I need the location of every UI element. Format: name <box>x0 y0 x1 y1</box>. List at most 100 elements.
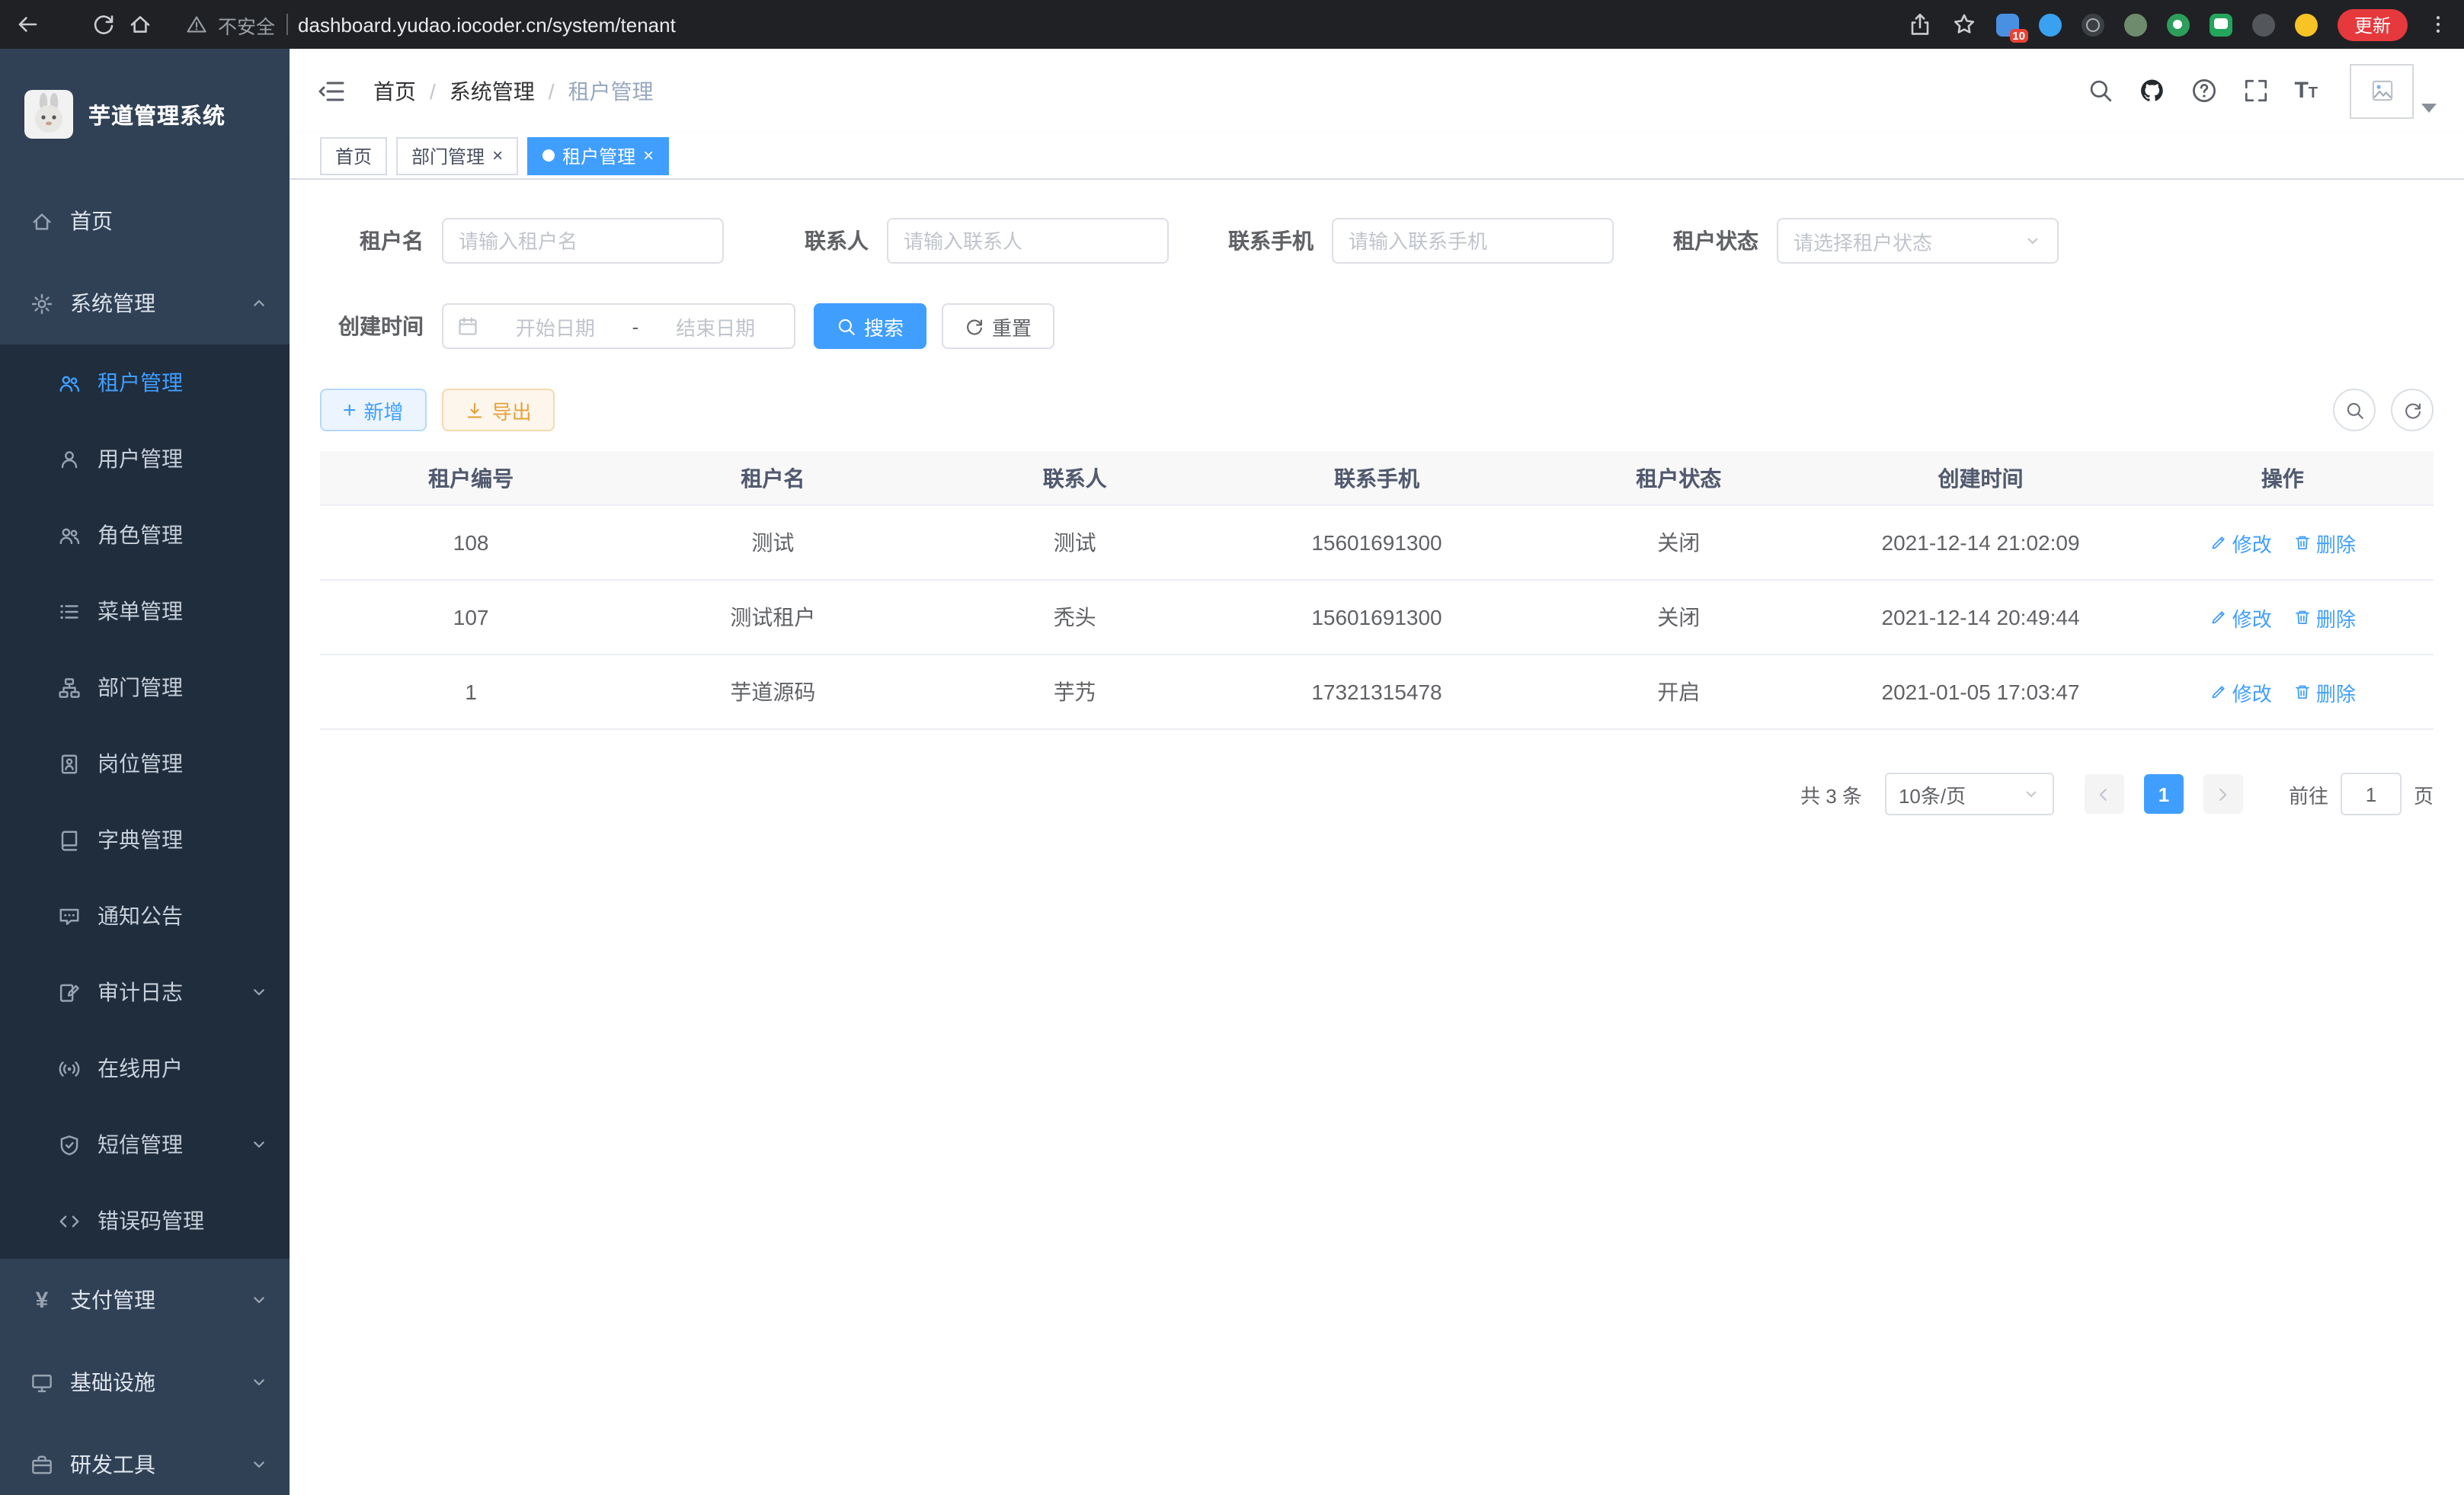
extension-icon-5[interactable] <box>2167 13 2190 36</box>
sidebar-item-dict[interactable]: 字典管理 <box>0 802 290 878</box>
delete-link[interactable]: 删除 <box>2293 677 2356 706</box>
share-icon[interactable] <box>1908 12 1932 37</box>
close-icon[interactable]: × <box>492 146 503 165</box>
extension-icon-8[interactable] <box>2295 13 2318 36</box>
browser-menu-icon[interactable] <box>2427 12 2449 37</box>
font-size-icon[interactable]: TT <box>2294 79 2318 102</box>
page-number-current[interactable]: 1 <box>2144 774 2184 814</box>
sidebar-item-role[interactable]: 角色管理 <box>0 497 290 573</box>
contact-input[interactable] <box>887 218 1169 264</box>
add-button-label: 新增 <box>364 395 404 424</box>
github-icon[interactable] <box>2139 78 2165 104</box>
refresh-table-button[interactable] <box>2391 389 2434 431</box>
date-range-picker[interactable]: 开始日期 - 结束日期 <box>442 303 795 349</box>
extension-icon-2[interactable] <box>2039 13 2062 36</box>
extension-icon-6[interactable] <box>2210 13 2232 36</box>
sidebar-item-tenant[interactable]: 租户管理 <box>0 344 290 421</box>
breadcrumb-item[interactable]: 系统管理 <box>450 75 535 106</box>
phone-input[interactable] <box>1332 218 1614 264</box>
sidebar-item-menu[interactable]: 菜单管理 <box>0 573 290 649</box>
sidebar-item-notice[interactable]: 通知公告 <box>0 878 290 954</box>
address-bar[interactable]: 不安全 dashboard.yudao.iocoder.cn/system/te… <box>186 10 1896 39</box>
delete-link[interactable]: 删除 <box>2293 603 2356 632</box>
sidebar-item-post[interactable]: 岗位管理 <box>0 725 290 802</box>
sidebar-item-user[interactable]: 用户管理 <box>0 421 290 497</box>
sidebar-item-label: 在线用户 <box>98 1053 183 1084</box>
chrome-update-button[interactable]: 更新 <box>2338 8 2408 40</box>
tab-home[interactable]: 首页 <box>320 136 387 174</box>
export-button-label: 导出 <box>492 395 532 424</box>
sidebar-item-infra[interactable]: 基础设施 <box>0 1341 290 1423</box>
status-select[interactable]: 请选择租户状态 <box>1777 218 2059 264</box>
sidebar-item-audit-log[interactable]: 审计日志 <box>0 954 290 1030</box>
next-page-button[interactable] <box>2203 774 2243 814</box>
toggle-search-button[interactable] <box>2333 389 2376 431</box>
prev-page-button[interactable] <box>2085 774 2124 814</box>
extension-icon-1[interactable]: 10 <box>1996 13 2019 36</box>
menu-list-icon <box>58 600 81 623</box>
tenant-name-input[interactable] <box>442 218 724 264</box>
field-label: 联系人 <box>765 226 869 256</box>
close-icon[interactable]: × <box>643 146 654 165</box>
column-header-phone: 联系手机 <box>1226 451 1528 504</box>
sidebar-item-error-code[interactable]: 错误码管理 <box>0 1183 290 1259</box>
help-icon[interactable] <box>2190 78 2216 104</box>
puzzle-extension-icon[interactable] <box>2252 13 2275 36</box>
search-button[interactable]: 搜索 <box>814 303 926 349</box>
users-icon <box>58 371 81 394</box>
goto-label: 前往 <box>2289 780 2328 808</box>
reset-button[interactable]: 重置 <box>942 303 1054 349</box>
export-button[interactable]: 导出 <box>442 389 555 431</box>
edit-link[interactable]: 修改 <box>2210 528 2272 557</box>
cell-id: 108 <box>320 506 622 579</box>
browser-home-icon[interactable] <box>128 12 152 37</box>
url-text: dashboard.yudao.iocoder.cn/system/tenant <box>298 13 676 36</box>
page-size-select[interactable]: 10条/页 <box>1885 773 2054 815</box>
collapse-sidebar-icon[interactable] <box>317 78 346 103</box>
trash-icon <box>2293 608 2312 626</box>
sidebar-item-online-users[interactable]: 在线用户 <box>0 1030 290 1106</box>
add-button[interactable]: + 新增 <box>320 389 427 431</box>
app-title: 芋道管理系统 <box>88 98 226 130</box>
cell-contact: 芋艿 <box>924 655 1226 728</box>
search-icon[interactable] <box>2087 78 2113 104</box>
breadcrumb-item[interactable]: 首页 <box>373 75 416 106</box>
active-tab-dot <box>542 149 555 162</box>
breadcrumb-separator: / <box>430 78 436 103</box>
chevron-down-icon <box>250 1373 268 1391</box>
sidebar-item-dev-tools[interactable]: 研发工具 <box>0 1423 290 1495</box>
sidebar-item-sms[interactable]: 短信管理 <box>0 1106 290 1183</box>
tab-label: 首页 <box>335 142 372 168</box>
sidebar-item-label: 用户管理 <box>98 443 183 474</box>
edit-link[interactable]: 修改 <box>2210 603 2272 632</box>
tab-tenant[interactable]: 租户管理 × <box>527 136 669 174</box>
extension-icon-3[interactable] <box>2082 13 2104 36</box>
bookmark-star-icon[interactable] <box>1952 12 1976 37</box>
sidebar-item-system[interactable]: 系统管理 <box>0 262 290 344</box>
table-row: 108 测试 测试 15601691300 关闭 2021-12-14 21:0… <box>320 506 2434 581</box>
back-icon[interactable] <box>15 12 40 37</box>
chevron-down-icon <box>250 1135 268 1154</box>
trash-icon <box>2293 683 2312 701</box>
security-label: 不安全 <box>218 10 275 39</box>
fullscreen-icon[interactable] <box>2242 78 2268 104</box>
logo-image <box>24 90 73 139</box>
reload-icon[interactable] <box>91 12 116 37</box>
org-tree-icon <box>58 676 81 699</box>
breadcrumb: 首页 / 系统管理 / 租户管理 <box>373 75 654 106</box>
sidebar-item-home[interactable]: 首页 <box>0 180 290 262</box>
edit-link[interactable]: 修改 <box>2210 677 2272 706</box>
extension-icon-4[interactable] <box>2124 13 2147 36</box>
chevron-left-icon <box>2096 786 2113 802</box>
cell-created: 2021-12-14 21:02:09 <box>1829 506 2131 579</box>
breadcrumb-separator: / <box>549 78 555 103</box>
goto-page-input[interactable] <box>2341 773 2402 815</box>
delete-link[interactable]: 删除 <box>2293 528 2356 557</box>
column-header-contact: 联系人 <box>924 451 1226 504</box>
tab-dept[interactable]: 部门管理 × <box>396 136 518 174</box>
sidebar-item-payment[interactable]: ¥ 支付管理 <box>0 1259 290 1341</box>
column-header-actions: 操作 <box>2132 451 2434 504</box>
sidebar-item-dept[interactable]: 部门管理 <box>0 649 290 725</box>
cell-name: 测试租户 <box>622 581 923 654</box>
user-avatar-menu[interactable] <box>2350 63 2437 118</box>
